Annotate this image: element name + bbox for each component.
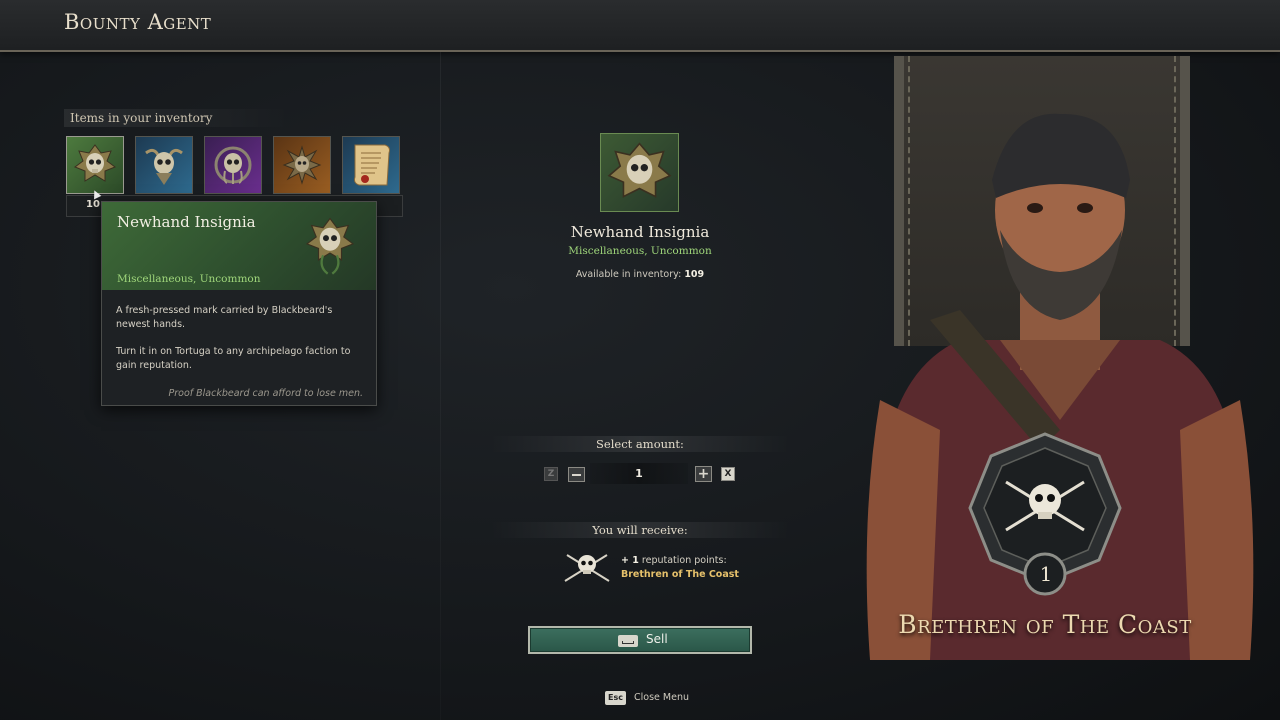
selected-item-category: Miscellaneous, Uncommon bbox=[568, 245, 712, 257]
selected-item-name: Newhand Insignia bbox=[570, 223, 710, 241]
spacebar-key-icon bbox=[618, 635, 638, 647]
faction-rank: 1 bbox=[1039, 562, 1053, 586]
inventory-slot-1[interactable] bbox=[66, 136, 124, 194]
decrease-key-hint: Z bbox=[544, 467, 558, 481]
tooltip-flavor-text: Proof Blackbeard can afford to lose men. bbox=[168, 388, 363, 399]
reward-points-value: + 1 bbox=[621, 555, 639, 566]
skull-insignia-icon bbox=[305, 217, 355, 275]
available-count: 109 bbox=[684, 269, 705, 280]
selected-item-icon-frame bbox=[600, 133, 679, 212]
available-label: Available in inventory: bbox=[575, 269, 682, 280]
esc-key-icon[interactable]: Esc bbox=[605, 691, 626, 705]
inventory-slot-4[interactable] bbox=[273, 136, 331, 194]
tooltip-item-category: Miscellaneous, Uncommon bbox=[117, 273, 261, 285]
increase-key-hint: X bbox=[721, 467, 735, 481]
tooltip-description-1: A fresh-pressed mark carried by Blackbea… bbox=[116, 305, 333, 330]
reward-points: + 1 reputation points: bbox=[621, 555, 727, 566]
panel-divider bbox=[440, 52, 441, 720]
tooltip-item-name: Newhand Insignia bbox=[117, 213, 256, 231]
increase-button[interactable]: + bbox=[695, 466, 712, 482]
minus-icon bbox=[572, 474, 581, 476]
inventory-slot-3[interactable] bbox=[204, 136, 262, 194]
sell-button[interactable]: Sell bbox=[528, 626, 752, 654]
decrease-button[interactable] bbox=[568, 467, 585, 482]
faction-name: Brethren of The Coast bbox=[898, 610, 1192, 639]
receive-label: You will receive: bbox=[490, 522, 790, 538]
amount-input[interactable]: 1 bbox=[590, 463, 688, 484]
tooltip-description-2: Turn it in on Tortuga to any archipelago… bbox=[116, 346, 351, 371]
skull-insignia-icon bbox=[73, 144, 117, 182]
inventory-slot-2[interactable] bbox=[135, 136, 193, 194]
scroll-icon bbox=[354, 144, 390, 186]
skull-insignia-icon bbox=[607, 142, 672, 198]
plus-icon: + bbox=[697, 466, 710, 482]
inventory-slot-1-count: 10 bbox=[86, 199, 100, 210]
select-amount-label: Select amount: bbox=[490, 436, 790, 452]
skull-tentacles-icon bbox=[214, 146, 252, 184]
skull-horns-icon bbox=[145, 148, 183, 185]
sell-button-label: Sell bbox=[646, 632, 668, 646]
item-tooltip: Newhand Insignia Miscellaneous, Uncommon… bbox=[101, 201, 377, 406]
jolly-roger-icon bbox=[564, 554, 610, 582]
page-title: Bounty Agent bbox=[64, 10, 212, 34]
close-menu-label[interactable]: Close Menu bbox=[634, 692, 689, 703]
kraken-icon bbox=[282, 145, 322, 185]
reward-faction: Brethren of The Coast bbox=[621, 569, 739, 580]
reward-points-text: reputation points: bbox=[641, 555, 727, 566]
available-inventory: Available in inventory: 109 bbox=[440, 269, 840, 280]
inventory-label: Items in your inventory bbox=[64, 109, 290, 127]
inventory-slot-5[interactable] bbox=[342, 136, 400, 194]
